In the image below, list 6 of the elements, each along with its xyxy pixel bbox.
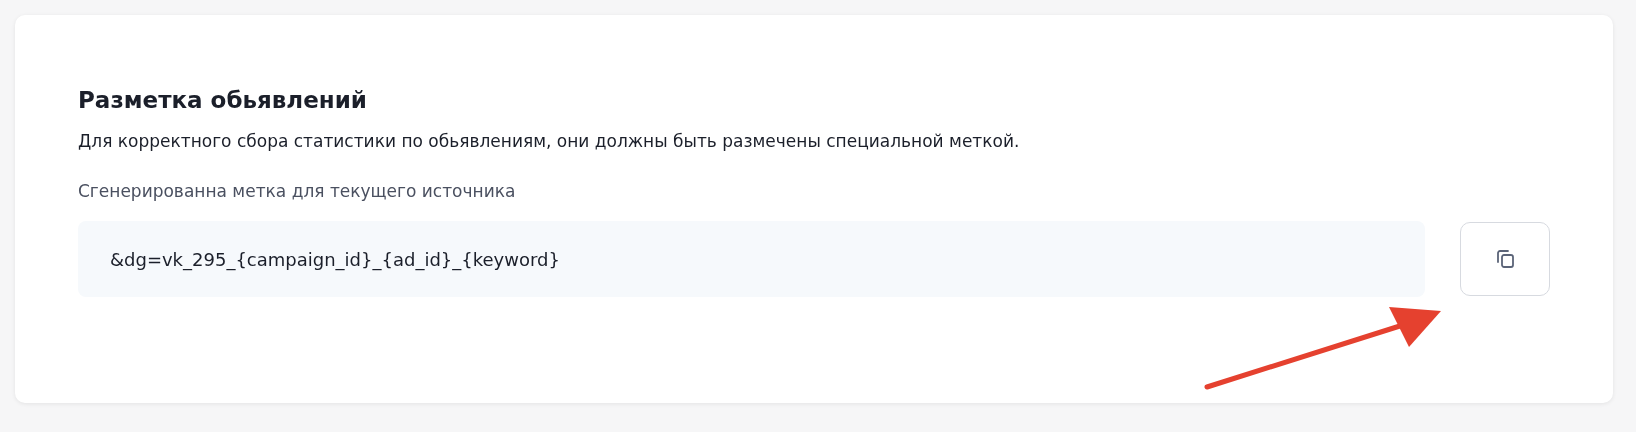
tag-field[interactable]: &dg=vk_295_{campaign_id}_{ad_id}_{keyword} — [78, 221, 1425, 297]
copy-icon — [1494, 248, 1516, 270]
section-title: Разметка обьявлений — [78, 87, 368, 113]
copy-button[interactable] — [1460, 222, 1550, 296]
field-label: Сгенерированна метка для текущего источника — [78, 181, 517, 201]
description-text: Для корректного сбора статистики по обьявлениям, они должны быть размечены специальной меткой. — [78, 131, 1021, 151]
